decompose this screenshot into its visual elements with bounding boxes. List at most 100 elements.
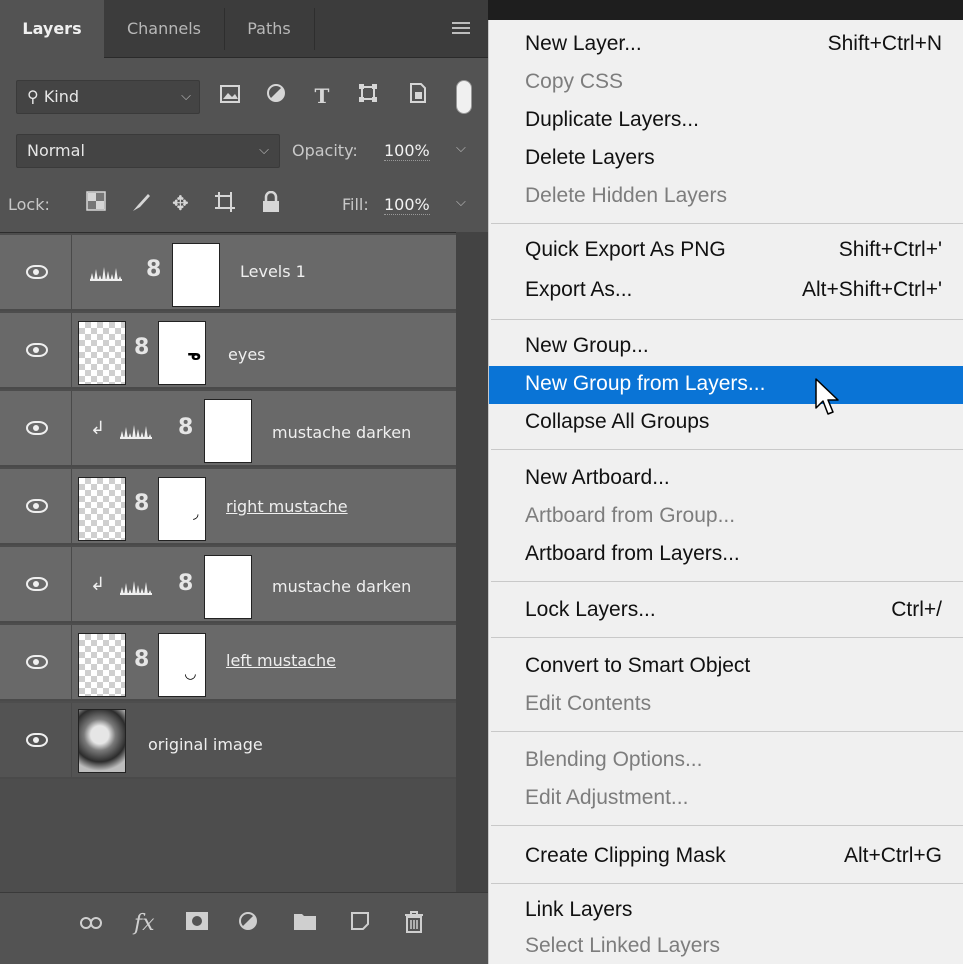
menu-item-new-group-from-layers[interactable]: New Group from Layers...	[489, 366, 963, 404]
menu-item-artboard-from-layers[interactable]: Artboard from Layers...	[489, 536, 963, 574]
adjustment-layer-icon[interactable]	[238, 911, 258, 937]
menu-item-export-as[interactable]: Export As... Alt+Shift+Ctrl+'	[489, 272, 963, 310]
fill-chevron-icon[interactable]: ⌵	[456, 195, 466, 210]
lock-transparent-pixels-icon[interactable]	[86, 191, 106, 216]
menu-separator	[491, 825, 963, 826]
link-icon[interactable]: 8	[146, 257, 161, 282]
lock-artboard-icon[interactable]	[214, 191, 236, 218]
menu-item-edit-adjustment: Edit Adjustment...	[525, 786, 689, 809]
menu-item-artboard-from-group: Artboard from Group...	[525, 504, 736, 527]
layer-name[interactable]: mustache darken	[272, 423, 411, 442]
panel-menu-icon[interactable]	[452, 22, 470, 37]
menu-item-create-clipping-mask[interactable]: Create Clipping Mask Alt+Ctrl+G	[489, 838, 963, 876]
menu-item-collapse-all-groups[interactable]: Collapse All Groups	[489, 404, 963, 442]
clipping-arrow-icon: ↲	[90, 418, 106, 439]
menu-item-link-layers[interactable]: Link Layers	[489, 892, 963, 930]
link-icon[interactable]: 8	[178, 415, 193, 440]
shape-filter-icon[interactable]	[354, 82, 382, 110]
layer-name[interactable]: right mustache	[226, 497, 348, 516]
menu-item-blending-options: Blending Options...	[525, 748, 703, 771]
filter-toggle-switch[interactable]	[456, 80, 472, 114]
panel-footer: fx	[0, 892, 488, 964]
layer-mask-thumbnail[interactable]: ᓀ	[158, 321, 206, 385]
link-icon[interactable]: 8	[134, 335, 149, 360]
opacity-value[interactable]: 100%	[384, 141, 430, 161]
menu-separator	[491, 581, 963, 582]
smart-object-filter-icon[interactable]	[404, 82, 432, 110]
layer-row[interactable]: ↲ 8 mustache darken	[0, 547, 456, 623]
adjustment-filter-icon[interactable]	[262, 82, 290, 110]
layer-mask-thumbnail[interactable]: ◡	[158, 633, 206, 697]
layer-thumbnail[interactable]	[78, 321, 126, 385]
menu-item-convert-to-smart-object[interactable]: Convert to Smart Object	[489, 648, 963, 686]
levels-adjustment-icon	[90, 267, 122, 281]
visibility-toggle[interactable]	[0, 625, 72, 701]
visibility-toggle[interactable]	[0, 235, 72, 311]
layer-mask-thumbnail[interactable]	[172, 243, 220, 307]
layers-context-menu: New Layer... Shift+Ctrl+N Copy CSS Duplic…	[488, 20, 963, 964]
layer-mask-thumbnail[interactable]: ◞	[158, 477, 206, 541]
menu-item-new-group[interactable]: New Group...	[489, 328, 963, 366]
tab-paths[interactable]: Paths	[224, 0, 314, 58]
eye-icon	[26, 499, 48, 513]
add-mask-icon[interactable]	[186, 911, 208, 936]
blend-mode-dropdown[interactable]: Normal ⌵	[16, 134, 280, 168]
layer-mask-thumbnail[interactable]	[204, 555, 252, 619]
layer-name[interactable]: Levels 1	[240, 262, 306, 281]
new-layer-icon[interactable]	[350, 911, 370, 937]
opacity-chevron-icon[interactable]: ⌵	[456, 141, 466, 156]
lock-image-pixels-icon[interactable]	[130, 191, 152, 218]
menu-separator	[491, 731, 963, 732]
visibility-toggle[interactable]	[0, 313, 72, 389]
fill-value[interactable]: 100%	[384, 195, 430, 215]
link-icon[interactable]: 8	[134, 647, 149, 672]
trash-icon[interactable]	[404, 911, 424, 939]
fx-icon[interactable]: fx	[134, 911, 155, 936]
layer-name[interactable]: original image	[148, 735, 263, 754]
pixel-filter-icon[interactable]	[216, 82, 244, 110]
chevron-down-icon: ⌵	[259, 143, 269, 158]
visibility-toggle[interactable]	[0, 547, 72, 623]
layers-scrollbar[interactable]	[456, 232, 488, 892]
link-layers-icon[interactable]	[80, 911, 102, 936]
menu-item-new-artboard[interactable]: New Artboard...	[489, 460, 963, 498]
menu-item-duplicate-layers[interactable]: Duplicate Layers...	[489, 102, 963, 140]
visibility-toggle[interactable]	[0, 703, 72, 779]
menu-item-edit-contents: Edit Contents	[525, 692, 652, 715]
layer-row[interactable]: 8 Levels 1	[0, 235, 456, 311]
link-icon[interactable]: 8	[178, 571, 193, 596]
fill-label: Fill:	[342, 195, 369, 214]
layer-row[interactable]: 8 ᓀ eyes	[0, 313, 456, 389]
link-icon[interactable]: 8	[134, 491, 149, 516]
folder-icon[interactable]	[294, 911, 316, 936]
mouse-cursor-icon	[815, 378, 839, 415]
menu-item-quick-export[interactable]: Quick Export As PNG Shift+Ctrl+'	[489, 232, 963, 270]
type-filter-icon[interactable]: T	[308, 82, 336, 110]
layer-row[interactable]: 8 ◞ right mustache	[0, 469, 456, 545]
layer-row[interactable]: original image	[0, 703, 456, 779]
lock-position-icon[interactable]: ✥	[172, 191, 189, 215]
layer-row[interactable]: 8 ◡ left mustache	[0, 625, 456, 701]
eye-icon	[26, 577, 48, 591]
menu-item-delete-layers[interactable]: Delete Layers	[489, 140, 963, 178]
tab-channels[interactable]: Channels	[104, 0, 224, 58]
lock-all-icon[interactable]	[262, 190, 280, 218]
layer-thumbnail[interactable]	[78, 633, 126, 697]
layer-name[interactable]: eyes	[228, 345, 266, 364]
layer-thumbnail[interactable]	[78, 709, 126, 773]
opacity-label: Opacity:	[292, 141, 358, 160]
levels-adjustment-icon	[120, 581, 152, 595]
tab-layers[interactable]: Layers	[0, 0, 104, 58]
layer-name[interactable]: left mustache	[226, 651, 336, 670]
layer-name[interactable]: mustache darken	[272, 577, 411, 596]
visibility-toggle[interactable]	[0, 469, 72, 545]
lock-label: Lock:	[8, 195, 50, 214]
menu-item-delete-hidden-layers: Delete Hidden Layers	[525, 184, 727, 207]
visibility-toggle[interactable]	[0, 391, 72, 467]
menu-item-lock-layers[interactable]: Lock Layers... Ctrl+/	[489, 592, 963, 630]
menu-item-new-layer[interactable]: New Layer... Shift+Ctrl+N	[489, 26, 963, 64]
layer-thumbnail[interactable]	[78, 477, 126, 541]
layer-row[interactable]: ↲ 8 mustache darken	[0, 391, 456, 467]
filter-kind-dropdown[interactable]: ⚲ Kind ⌵	[16, 80, 200, 114]
layer-mask-thumbnail[interactable]	[204, 399, 252, 463]
